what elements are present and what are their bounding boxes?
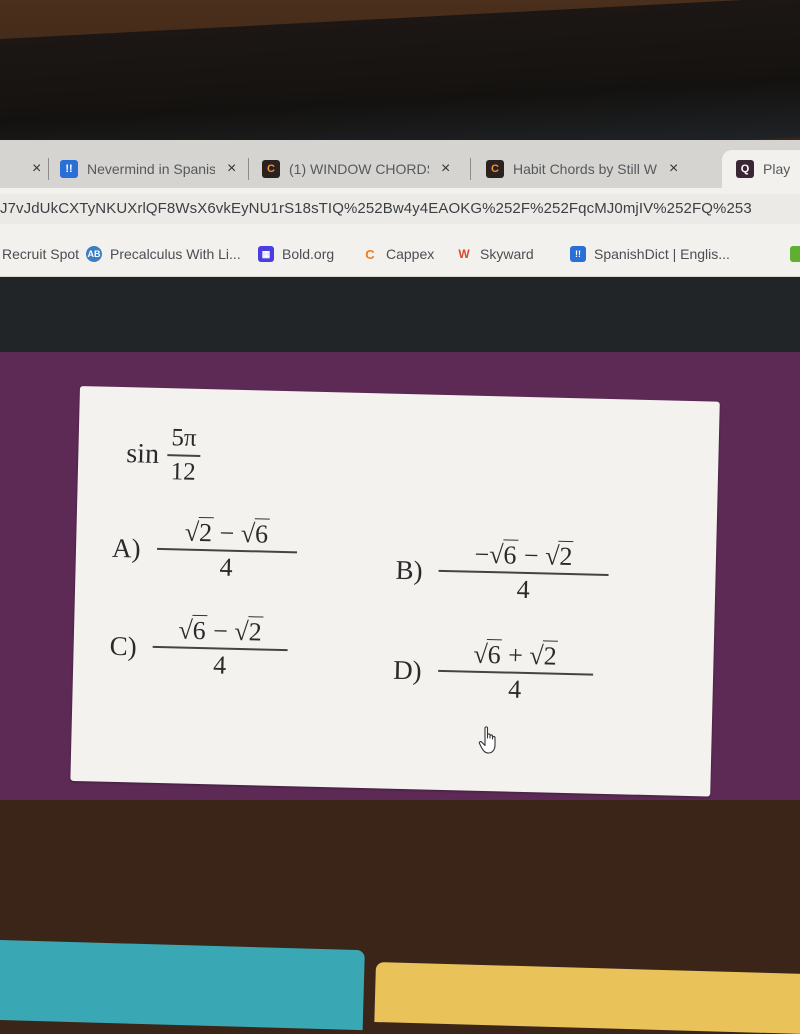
sqrt: √2	[234, 616, 264, 647]
radicand: 6	[253, 518, 270, 549]
bookmark-label: Skyward	[480, 246, 534, 262]
green-bookmark-icon	[790, 246, 800, 262]
question-expression: sin 5π 12	[126, 423, 201, 487]
skyward-icon: W	[458, 247, 470, 261]
url-field[interactable]: J7vJdUkCXTyNKUXrlQF8WsX6vkEyNU1rS18sTIQ%…	[0, 194, 800, 224]
choice-letter: A)	[111, 532, 141, 564]
tab-title: Nevermind in Spanish	[87, 161, 215, 177]
tab-separator	[48, 158, 49, 180]
chords-icon: C	[262, 160, 280, 178]
quiz-page: sin 5π 12 A) √2 − √6 4 B) −√6 − √2 4 C) …	[0, 352, 800, 1034]
tab-title: (1) WINDOW CHORDS	[289, 161, 429, 177]
quizizz-icon: Q	[736, 160, 754, 178]
cappex-icon: C	[365, 246, 375, 262]
choice-numerator: √6 + √2	[469, 639, 562, 671]
spanishdict-icon: !!	[60, 160, 78, 178]
tab-title: Habit Chords by Still W	[513, 161, 657, 177]
question-numerator: 5π	[171, 424, 197, 452]
bookmarks-bar: Recruit Spot AB Precalculus With Li... ▦…	[0, 232, 800, 277]
choice-fraction: √6 − √2 4	[152, 614, 288, 681]
choice-fraction: √6 + √2 4	[437, 639, 593, 706]
tab-0[interactable]: ×	[20, 150, 41, 188]
close-tab-icon[interactable]: ×	[441, 160, 450, 178]
choice-denominator: 4	[516, 574, 531, 605]
radicand: 6	[191, 614, 208, 646]
bookmark-bold-org[interactable]: ▦ Bold.org	[258, 242, 334, 266]
bookmark-cappex[interactable]: C Cappex	[362, 242, 434, 266]
bookmark-spanishdict[interactable]: !! SpanishDict | Englis...	[570, 242, 730, 266]
fraction-bar	[166, 454, 201, 457]
bookmark-skyward[interactable]: W Skyward	[456, 242, 534, 266]
choice-denominator: 4	[507, 674, 522, 704]
sqrt: √2	[184, 516, 214, 548]
sqrt: √6	[178, 614, 208, 646]
screen: × !! Nevermind in Spanish × C (1) WINDOW…	[0, 140, 800, 1034]
choice-fraction: −√6 − √2 4	[438, 539, 609, 606]
question-card: sin 5π 12 A) √2 − √6 4 B) −√6 − √2 4 C) …	[70, 386, 720, 797]
radicand: 6	[486, 639, 503, 670]
sign: −	[474, 539, 490, 570]
bookmark-label: SpanishDict | Englis...	[594, 246, 730, 262]
sqrt: √2	[529, 640, 559, 671]
precalc-icon: AB	[86, 246, 102, 262]
choice-d[interactable]: D) √6 + √2 4	[392, 639, 593, 706]
address-bar-row: J7vJdUkCXTyNKUXrlQF8WsX6vkEyNU1rS18sTIQ%…	[0, 188, 800, 232]
answer-button-yellow[interactable]	[374, 962, 800, 1034]
sqrt: √2	[544, 540, 574, 572]
choice-letter: C)	[109, 630, 138, 661]
radicand: 2	[558, 540, 574, 572]
question-fraction: 5π 12	[166, 424, 201, 487]
bookmark-green[interactable]	[790, 242, 800, 266]
tab-window-chords[interactable]: C (1) WINDOW CHORDS ×	[262, 150, 462, 188]
chords-icon: C	[486, 160, 504, 178]
choice-denominator: 4	[212, 650, 227, 680]
choice-numerator: √2 − √6	[180, 516, 273, 549]
tab-title: Play	[763, 161, 791, 177]
question-denominator: 12	[170, 458, 197, 486]
tab-strip: × !! Nevermind in Spanish × C (1) WINDOW…	[0, 140, 800, 188]
radicand: 2	[542, 640, 559, 671]
spanishdict-icon: !!	[570, 246, 586, 262]
bookmark-label: Recruit Spot	[2, 246, 80, 262]
bookmark-label: Precalculus With Li...	[110, 246, 241, 262]
choice-numerator: √6 − √2	[174, 614, 267, 647]
radicand: 2	[247, 616, 264, 647]
bold-org-icon: ▦	[258, 246, 274, 262]
choice-denominator: 4	[219, 552, 233, 582]
radicand: 6	[502, 539, 518, 570]
bookmark-label: Cappex	[386, 246, 435, 262]
choice-numerator: −√6 − √2	[470, 539, 578, 572]
choice-letter: D)	[392, 654, 423, 685]
sign: −	[219, 518, 235, 548]
page-header-dark	[0, 277, 800, 352]
sqrt: √6	[488, 539, 518, 570]
choice-a[interactable]: A) √2 − √6 4	[111, 516, 297, 583]
sqrt: √6	[473, 639, 503, 670]
radicand: 2	[197, 516, 214, 548]
hand-pointer-cursor-icon	[478, 726, 496, 754]
tab-separator	[248, 158, 249, 180]
close-tab-icon[interactable]: ×	[227, 160, 236, 178]
choice-b[interactable]: B) −√6 − √2 4	[395, 539, 609, 606]
bookmark-recruit-spot[interactable]: Recruit Spot	[2, 242, 79, 266]
choice-letter: B)	[395, 554, 423, 585]
sqrt: √6	[240, 518, 270, 549]
tab-habit-chords[interactable]: C Habit Chords by Still W ×	[486, 150, 716, 188]
choice-fraction: √2 − √6 4	[156, 516, 297, 583]
tab-nevermind[interactable]: !! Nevermind in Spanish ×	[60, 150, 250, 188]
close-tab-icon[interactable]: ×	[32, 160, 41, 178]
bookmark-label: Bold.org	[282, 246, 335, 262]
answer-button-teal[interactable]	[0, 940, 365, 1031]
close-tab-icon[interactable]: ×	[669, 160, 678, 178]
sign: −	[212, 616, 229, 646]
sign: +	[507, 640, 524, 670]
sign: −	[523, 540, 540, 571]
bookmark-precalculus[interactable]: AB Precalculus With Li...	[86, 242, 241, 266]
choice-c[interactable]: C) √6 − √2 4	[109, 614, 288, 681]
question-function: sin	[125, 438, 160, 470]
tab-separator	[470, 158, 471, 180]
tab-play-active[interactable]: Q Play	[722, 150, 800, 188]
